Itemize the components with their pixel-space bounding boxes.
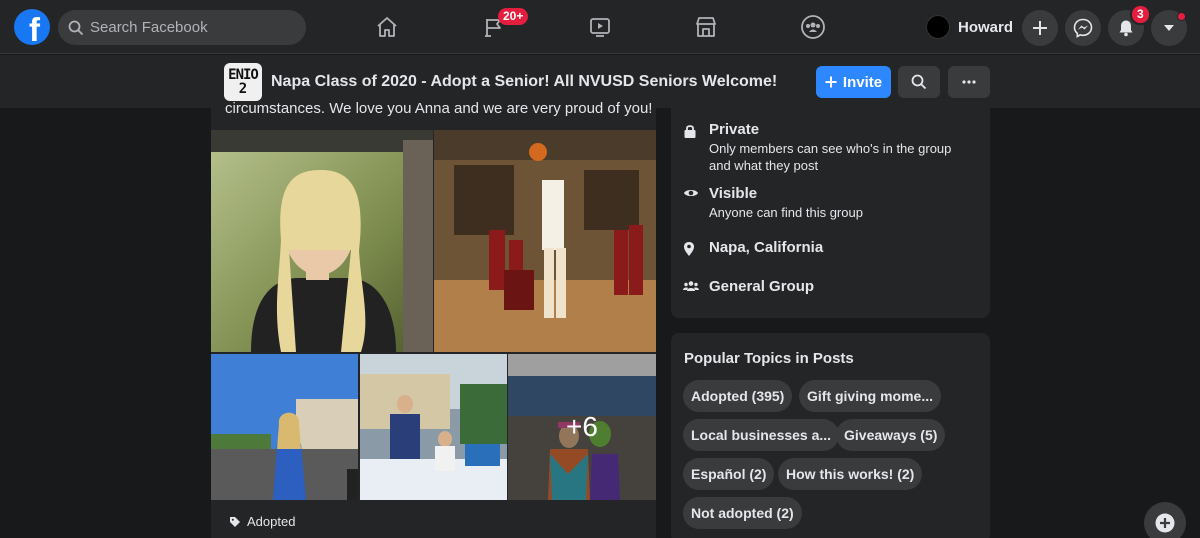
- invite-label: Invite: [842, 73, 883, 91]
- topic-chip[interactable]: Gift giving mome...: [799, 380, 942, 412]
- watch-tab[interactable]: [580, 8, 620, 46]
- account-menu-button[interactable]: [1151, 10, 1187, 46]
- top-navigation-bar: f 20+ Howard 3: [0, 0, 1200, 54]
- groups-icon: [801, 15, 825, 39]
- search-input[interactable]: [90, 19, 290, 36]
- location-pin-icon: [684, 242, 694, 256]
- privacy-title: Private: [709, 121, 760, 138]
- privacy-description-line2: and what they post: [709, 158, 819, 173]
- post-photo-2[interactable]: [434, 130, 656, 352]
- privacy-description-line1: Only members can see who's in the group: [709, 141, 952, 156]
- compose-plus-icon: [1155, 513, 1175, 533]
- facebook-logo-letter: f: [29, 11, 40, 45]
- search-box[interactable]: [58, 10, 306, 45]
- post-topic-tag[interactable]: Adopted: [229, 514, 295, 529]
- facebook-logo[interactable]: f: [14, 9, 50, 45]
- messenger-icon: [1073, 18, 1093, 38]
- profile-button[interactable]: Howard: [922, 10, 1021, 44]
- topic-chip[interactable]: Not adopted (2): [683, 497, 802, 529]
- group-title[interactable]: Napa Class of 2020 - Adopt a Senior! All…: [271, 73, 777, 91]
- tag-icon: [230, 516, 240, 527]
- search-icon: [68, 20, 84, 35]
- plus-icon: [1033, 21, 1047, 35]
- basketball-photo: [434, 130, 656, 352]
- post-topic-label: Adopted: [247, 514, 296, 529]
- eye-icon: [684, 190, 698, 196]
- pages-badge: 20+: [498, 8, 529, 25]
- blue-dress-photo: [211, 354, 358, 500]
- storefront-icon: [696, 17, 716, 37]
- avatar: [926, 15, 950, 39]
- topic-chip[interactable]: Adopted (395): [683, 380, 793, 412]
- messenger-button[interactable]: [1065, 10, 1101, 46]
- video-play-icon: [590, 18, 610, 37]
- popular-topics-title: Popular Topics in Posts: [684, 350, 854, 367]
- popular-topics-card: Popular Topics in Posts Adopted (395) Gi…: [671, 333, 990, 538]
- location-text: Napa, California: [709, 239, 824, 256]
- visibility-info: Visible Anyone can find this group: [683, 184, 863, 221]
- car-parade-photo: [360, 354, 507, 500]
- account-alert-dot: [1177, 12, 1186, 21]
- topic-chip[interactable]: Local businesses a...: [683, 419, 840, 451]
- caret-down-icon: [1164, 25, 1174, 31]
- group-more-button[interactable]: [948, 66, 990, 98]
- new-message-button[interactable]: [1144, 502, 1186, 538]
- about-card: Private Only members can see who's in th…: [671, 100, 990, 318]
- group-post: circumstances. We love you Anna and we a…: [211, 100, 656, 538]
- topic-chip[interactable]: Español (2): [683, 458, 775, 490]
- topic-chip[interactable]: Giveaways (5): [836, 419, 946, 451]
- marketplace-tab[interactable]: [686, 8, 726, 46]
- home-tab[interactable]: [367, 8, 407, 46]
- search-icon: [911, 74, 927, 90]
- privacy-info: Private Only members can see who's in th…: [683, 120, 951, 174]
- group-type-info: General Group: [683, 277, 814, 297]
- lock-icon: [684, 125, 696, 138]
- post-photo-3[interactable]: [211, 354, 358, 500]
- visible-title: Visible: [709, 185, 758, 202]
- create-button[interactable]: [1022, 10, 1058, 46]
- post-photo-4[interactable]: [360, 354, 507, 500]
- profile-name: Howard: [958, 18, 1014, 36]
- group-type-text: General Group: [709, 278, 815, 295]
- notifications-button[interactable]: 3: [1108, 4, 1151, 46]
- topic-chip[interactable]: How this works! (2): [778, 458, 923, 490]
- group-search-button[interactable]: [898, 66, 940, 98]
- notifications-badge: 3: [1130, 4, 1151, 25]
- group-logo-line2: 2: [238, 81, 248, 97]
- home-icon: [377, 17, 397, 37]
- pages-tab[interactable]: 20+: [474, 8, 529, 46]
- groups-tab[interactable]: [793, 8, 833, 46]
- group-logo[interactable]: ENIO 2: [224, 63, 262, 101]
- visible-description: Anyone can find this group: [709, 205, 863, 220]
- ellipsis-icon: [962, 80, 976, 84]
- post-text: circumstances. We love you Anna and we a…: [225, 100, 653, 117]
- plus-icon: [825, 76, 837, 88]
- portrait-photo: [211, 130, 433, 352]
- more-photos-overlay[interactable]: +6: [508, 354, 656, 500]
- location-info: Napa, California: [683, 238, 823, 258]
- invite-button[interactable]: Invite: [816, 66, 891, 98]
- people-icon: [683, 281, 699, 291]
- group-logo-line1: ENIO: [228, 67, 259, 83]
- post-photo-5[interactable]: +6: [508, 354, 656, 500]
- post-photo-1[interactable]: [211, 130, 433, 352]
